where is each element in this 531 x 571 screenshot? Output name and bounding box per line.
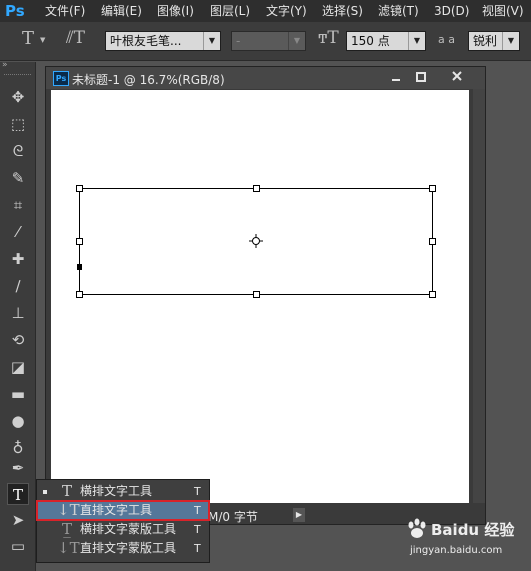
collapse-panel-icon[interactable]: »: [2, 60, 8, 70]
menu-edit[interactable]: 编辑(E): [101, 3, 142, 19]
clone-stamp-tool-icon[interactable]: ⊥: [7, 302, 29, 324]
maximize-icon: [416, 72, 426, 82]
antialias-select[interactable]: 锐利 ▼: [468, 31, 520, 51]
lasso-tool-icon[interactable]: ᘓ: [7, 140, 29, 162]
crop-tool-icon[interactable]: ⌗: [7, 194, 29, 216]
font-size-select[interactable]: 150 点 ▼: [346, 31, 426, 51]
vertical-scrollbar[interactable]: [473, 89, 485, 503]
menu-filter[interactable]: 滤镜(T): [378, 3, 419, 19]
chevron-down-icon: ▼: [288, 32, 305, 50]
type-tool-flyout: T 横排文字工具 T ↓T 直排文字工具 T T̲ 横排文字蒙版工具 T ↓T …: [36, 479, 210, 563]
menu-bar: Ps 文件(F) 编辑(E) 图像(I) 图层(L) 文字(Y) 选择(S) 滤…: [0, 0, 531, 22]
quick-select-tool-icon[interactable]: ✎: [7, 167, 29, 189]
chevron-down-icon: ▼: [502, 32, 519, 50]
eyedropper-tool-icon[interactable]: ⁄: [7, 221, 29, 243]
antialias-label: a a: [438, 33, 455, 46]
baidu-watermark: Baidu 经验 jingyan.baidu.com: [405, 515, 525, 565]
marquee-tool-icon[interactable]: ⬚: [7, 113, 29, 135]
text-bounding-box[interactable]: [51, 90, 469, 503]
type-tool-preset-icon[interactable]: T: [22, 28, 34, 49]
document-ps-icon: Ps: [53, 71, 69, 86]
healing-brush-tool-icon[interactable]: ✚: [7, 248, 29, 270]
menu-layer[interactable]: 图层(L): [210, 3, 250, 19]
menu-view[interactable]: 视图(V): [482, 3, 524, 19]
maximize-button[interactable]: [410, 70, 432, 86]
options-bar: T ▼ ⫽T 叶根友毛笔... ▼ - ▼ ͳT 150 点 ▼ a a 锐利 …: [0, 22, 531, 61]
flyout-item-horizontal-type[interactable]: T 横排文字工具 T: [37, 482, 209, 501]
watermark-brand: Baidu 经验: [431, 521, 515, 539]
chevron-down-icon[interactable]: ▼: [40, 36, 45, 44]
vertical-type-icon: ↓T: [57, 501, 80, 519]
status-menu-arrow-icon[interactable]: ▶: [293, 508, 305, 522]
eraser-tool-icon[interactable]: ◪: [7, 356, 29, 378]
font-family-select[interactable]: 叶根友毛笔... ▼: [105, 31, 221, 51]
blur-tool-icon[interactable]: ●: [7, 410, 29, 432]
gradient-tool-icon[interactable]: ▬: [7, 383, 29, 405]
toolbox: » ✥ ⬚ ᘓ ✎ ⌗ ⁄ ✚ ∕ ⊥ ⟲ ◪ ▬ ● ♁ ✒ T ➤ ▭: [0, 60, 36, 571]
chevron-down-icon: ▼: [203, 32, 220, 50]
horizontal-type-icon: T: [61, 482, 72, 500]
reference-point-icon: [249, 234, 263, 248]
menu-3d[interactable]: 3D(D): [434, 3, 469, 19]
watermark-url: jingyan.baidu.com: [410, 545, 503, 556]
brush-tool-icon[interactable]: ∕: [7, 275, 29, 297]
document-title-bar[interactable]: Ps 未标题-1 @ 16.7%(RGB/8): [46, 67, 485, 89]
rectangle-tool-icon[interactable]: ▭: [7, 535, 29, 557]
font-style-select: - ▼: [231, 31, 306, 51]
paw-logo-icon: [408, 518, 426, 538]
vertical-type-mask-icon: ↓T: [57, 539, 80, 557]
flyout-item-vertical-type[interactable]: ↓T 直排文字工具 T: [36, 500, 210, 521]
chevron-down-icon: ▼: [408, 32, 425, 50]
menu-file[interactable]: 文件(F): [45, 3, 85, 19]
menu-type[interactable]: 文字(Y): [266, 3, 307, 19]
photoshop-logo: Ps: [5, 2, 25, 20]
menu-select[interactable]: 选择(S): [322, 3, 363, 19]
close-icon: [452, 71, 462, 81]
current-tool-bullet: [43, 490, 47, 494]
flyout-item-horizontal-type-mask[interactable]: T̲ 横排文字蒙版工具 T: [37, 520, 209, 539]
pen-tool-icon[interactable]: ✒: [7, 457, 29, 479]
document-window: Ps 未标题-1 @ 16.7%(RGB/8) M/0 字节 ▶: [45, 66, 486, 525]
move-tool-icon[interactable]: ✥: [7, 86, 29, 108]
menu-image[interactable]: 图像(I): [157, 3, 194, 19]
dodge-tool-icon[interactable]: ♁: [7, 437, 29, 459]
close-button[interactable]: [446, 70, 468, 86]
font-size-icon: ͳT: [318, 28, 339, 48]
horizontal-type-mask-icon: T̲: [61, 520, 72, 538]
type-tool-icon[interactable]: T: [7, 483, 29, 505]
history-brush-tool-icon[interactable]: ⟲: [7, 329, 29, 351]
minimize-icon: [392, 79, 400, 81]
toolbox-grip[interactable]: [4, 74, 31, 77]
canvas[interactable]: [51, 90, 469, 503]
document-status: M/0 字节: [208, 510, 258, 524]
document-title: 未标题-1 @ 16.7%(RGB/8): [72, 73, 225, 87]
toggle-orientation-icon[interactable]: ⫽T: [66, 28, 85, 48]
path-selection-tool-icon[interactable]: ➤: [7, 509, 29, 531]
flyout-item-vertical-type-mask[interactable]: ↓T 直排文字蒙版工具 T: [37, 539, 209, 558]
minimize-button[interactable]: [385, 70, 407, 86]
